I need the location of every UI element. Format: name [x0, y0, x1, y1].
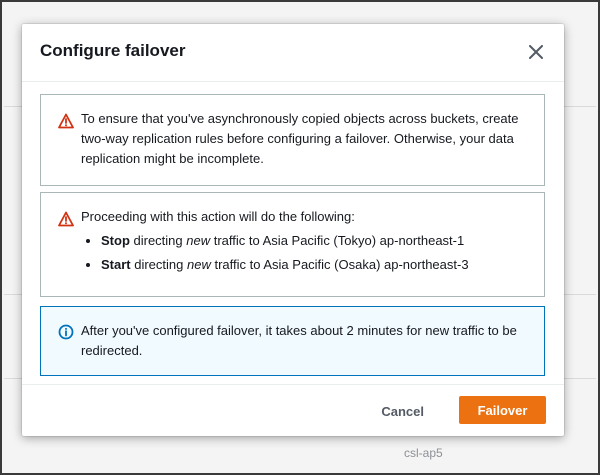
action-verb: Start	[101, 257, 131, 272]
configure-failover-dialog: Configure failover To ensure that you've…	[22, 24, 564, 436]
info-text: After you've configured failover, it tak…	[81, 323, 517, 358]
actions-warning-intro: Proceeding with this action will do the …	[81, 209, 355, 224]
close-button[interactable]	[524, 40, 548, 64]
close-icon	[529, 45, 543, 59]
info-icon	[58, 324, 74, 340]
cancel-button[interactable]: Cancel	[371, 397, 434, 425]
action-text: directing	[130, 257, 187, 272]
warning-icon	[58, 211, 74, 227]
actions-list: Stop directing new traffic to Asia Pacif…	[81, 231, 528, 275]
failover-info-alert: After you've configured failover, it tak…	[40, 306, 545, 376]
replication-warning-text: To ensure that you've asynchronously cop…	[81, 111, 519, 166]
dialog-title: Configure failover	[40, 41, 186, 60]
actions-warning-alert: Proceeding with this action will do the …	[40, 192, 545, 297]
action-emphasis: new	[187, 257, 211, 272]
action-text: traffic to Asia Pacific (Tokyo) ap-north…	[210, 233, 465, 248]
action-text: directing	[129, 233, 187, 248]
list-item: Stop directing new traffic to Asia Pacif…	[101, 231, 528, 251]
dialog-footer: Cancel Failover	[22, 384, 564, 436]
warning-icon	[58, 113, 74, 129]
action-text: traffic to Asia Pacific (Osaka) ap-north…	[210, 257, 469, 272]
background-footer-text: csl-ap5	[404, 446, 443, 460]
replication-warning-alert: To ensure that you've asynchronously cop…	[40, 94, 545, 186]
action-emphasis: new	[186, 233, 211, 248]
dialog-header: Configure failover	[22, 24, 564, 82]
list-item: Start directing new traffic to Asia Paci…	[101, 255, 528, 275]
action-verb: Stop	[101, 233, 130, 248]
failover-button[interactable]: Failover	[459, 396, 546, 424]
